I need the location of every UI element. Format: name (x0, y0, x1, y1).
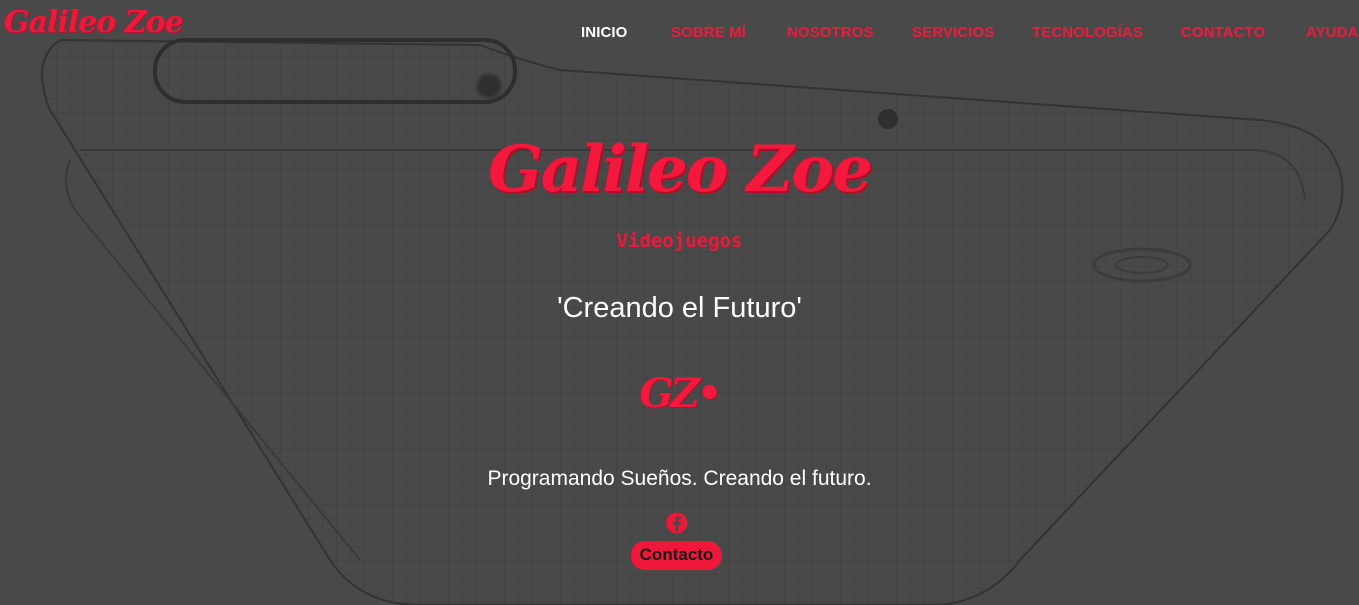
main-nav: INICIO SOBRE MÍ NOSOTROS SERVICIOS TECNO… (0, 24, 1359, 44)
contact-button[interactable]: Contacto (631, 541, 722, 570)
nav-item-tecnologias[interactable]: TECNOLOGÍAS (1032, 24, 1143, 41)
hero-motto: Programando Sueños. Creando el futuro. (487, 467, 872, 490)
nav-item-nosotros[interactable]: NOSOTROS (787, 24, 874, 41)
nav-item-ayuda[interactable]: AYUDA (1306, 24, 1358, 41)
hero-title: Galileo Zoe (488, 132, 873, 207)
hero-tagline: 'Creando el Futuro' (557, 292, 802, 324)
hero-subtitle: Videojuegos (616, 230, 743, 252)
nav-item-sobre-mi[interactable]: SOBRE MÍ (671, 24, 746, 41)
nav-item-contacto[interactable]: CONTACTO (1181, 24, 1265, 41)
nav-item-inicio[interactable]: INICIO (581, 24, 627, 41)
nav-item-servicios[interactable]: SERVICIOS (912, 24, 994, 41)
facebook-icon[interactable] (666, 512, 688, 534)
gz-logo: GZ• (639, 370, 723, 417)
